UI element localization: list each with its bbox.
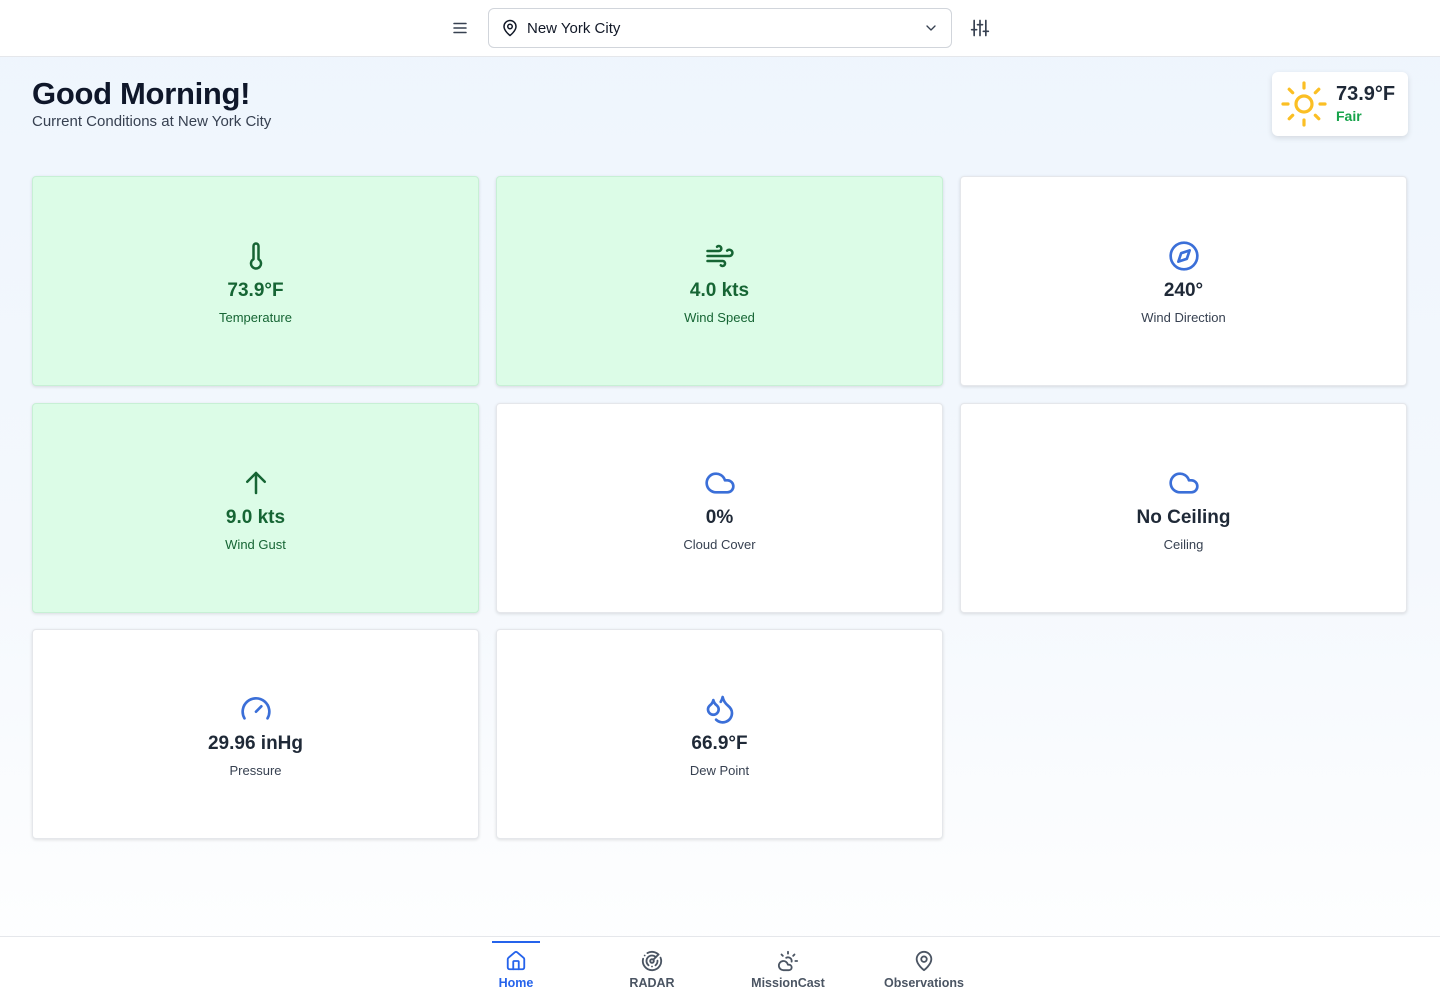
map-pin-icon bbox=[501, 19, 519, 37]
metric-label: Cloud Cover bbox=[683, 536, 756, 552]
metric-label: Wind Direction bbox=[1141, 309, 1226, 325]
metric-value: No Ceiling bbox=[1136, 506, 1231, 528]
current-condition: Fair bbox=[1336, 108, 1362, 124]
metric-label: Wind Speed bbox=[684, 309, 755, 325]
nav-item-observations[interactable]: Observations bbox=[856, 937, 992, 1000]
chevron-down-icon bbox=[923, 20, 939, 36]
nav-label: Home bbox=[498, 976, 534, 990]
nav-label: MissionCast bbox=[751, 976, 825, 990]
cloud-icon bbox=[704, 467, 736, 499]
compass-icon bbox=[1168, 240, 1200, 272]
location-select[interactable]: New York City bbox=[488, 8, 952, 48]
cloud-icon bbox=[1168, 467, 1200, 499]
metric-card-wind-direction: 240° Wind Direction bbox=[960, 176, 1407, 386]
current-conditions-card: 73.9°F Fair bbox=[1272, 72, 1408, 136]
metric-card-ceiling: No Ceiling Ceiling bbox=[960, 403, 1407, 613]
settings-button[interactable] bbox=[964, 12, 996, 44]
page-subtitle: Current Conditions at New York City bbox=[32, 113, 272, 130]
metric-value: 9.0 kts bbox=[225, 506, 286, 528]
nav-label: Observations bbox=[884, 976, 964, 990]
metric-label: Dew Point bbox=[689, 762, 750, 778]
wind-icon bbox=[704, 240, 736, 272]
sliders-icon bbox=[970, 19, 990, 37]
metric-value: 29.96 inHg bbox=[207, 732, 304, 754]
current-temperature: 73.9°F bbox=[1336, 83, 1396, 105]
metric-value: 4.0 kts bbox=[689, 279, 750, 301]
metric-card-temperature: 73.9°F Temperature bbox=[32, 176, 479, 386]
location-value: New York City bbox=[527, 19, 621, 37]
home-icon bbox=[505, 950, 527, 972]
nav-item-radar[interactable]: RADAR bbox=[584, 937, 720, 1000]
droplets-icon bbox=[704, 693, 736, 725]
metric-label: Temperature bbox=[219, 309, 292, 325]
metric-card-wind-gust: 9.0 kts Wind Gust bbox=[32, 403, 479, 613]
menu-icon bbox=[453, 22, 467, 34]
metric-card-cloud-cover: 0% Cloud Cover bbox=[496, 403, 943, 613]
map-pin-icon bbox=[913, 950, 935, 972]
thermometer-icon bbox=[240, 240, 272, 272]
bottom-nav: Home RADAR MissionCast Observations bbox=[0, 936, 1440, 1000]
metric-value: 0% bbox=[705, 506, 734, 528]
radar-icon bbox=[641, 950, 663, 972]
cloud-sun-icon bbox=[777, 950, 799, 972]
page-title: Good Morning! bbox=[32, 76, 251, 111]
metric-label: Pressure bbox=[229, 762, 282, 778]
metric-label: Ceiling bbox=[1163, 536, 1204, 552]
arrow-up-icon bbox=[240, 467, 272, 499]
metric-card-wind-speed: 4.0 kts Wind Speed bbox=[496, 176, 943, 386]
nav-item-missioncast[interactable]: MissionCast bbox=[720, 937, 856, 1000]
metric-label: Wind Gust bbox=[225, 536, 286, 552]
nav-item-home[interactable]: Home bbox=[448, 937, 584, 1000]
metric-value: 66.9°F bbox=[691, 732, 748, 754]
metric-card-pressure: 29.96 inHg Pressure bbox=[32, 629, 479, 839]
metric-value: 240° bbox=[1163, 279, 1204, 301]
menu-button[interactable] bbox=[444, 12, 476, 44]
gauge-icon bbox=[240, 693, 272, 725]
metric-value: 73.9°F bbox=[227, 279, 284, 301]
top-bar: New York City bbox=[0, 0, 1440, 57]
nav-label: RADAR bbox=[629, 976, 675, 990]
sun-icon bbox=[1280, 80, 1328, 128]
metric-card-dew-point: 66.9°F Dew Point bbox=[496, 629, 943, 839]
